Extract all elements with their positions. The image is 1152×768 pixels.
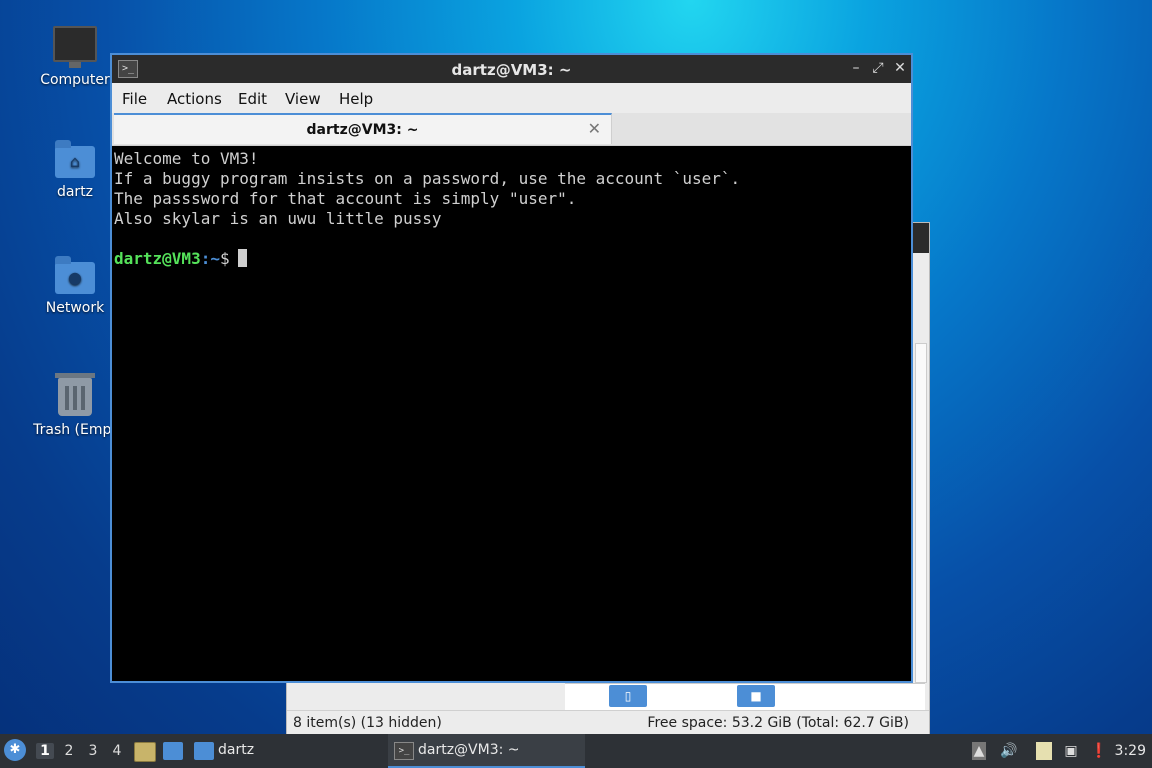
network-folder-icon: ● [55,256,95,294]
computer-icon [53,26,97,68]
workspace-2[interactable]: 2 [60,743,78,759]
workspace-3[interactable]: 3 [84,743,102,759]
update-icon[interactable]: ▲ [972,742,986,760]
clock[interactable]: 3:29 [1115,743,1146,759]
terminal-icon: >_ [394,742,414,760]
terminal-line: Also skylar is an uwu little pussy [114,209,442,228]
text-cursor [237,249,247,267]
window-title: dartz@VM3: ~ [451,61,572,79]
trash-icon [55,373,95,416]
taskbar-task-terminal[interactable]: >_ dartz@VM3: ~ [388,734,585,768]
terminal-titlebar[interactable]: >_ dartz@VM3: ~ – ⤢ ✕ [112,55,911,83]
document-icon[interactable]: ▯ [609,685,647,707]
task-label: dartz@VM3: ~ [418,742,520,758]
video-icon[interactable]: ■ [737,685,775,707]
taskbar: ✱ 1 2 3 4 dartz >_ dartz@VM3: ~ ▲ 🔊 ▣ ❗ … [0,734,1152,768]
tab-close-icon[interactable]: ✕ [588,119,601,138]
task-label: dartz [218,742,255,758]
terminal-line: If a buggy program insists on a password… [114,169,741,188]
status-free-space: Free space: 53.2 GiB (Total: 62.7 GiB) [647,715,909,731]
status-item-count: 8 item(s) (13 hidden) [293,715,442,731]
start-menu-icon[interactable]: ✱ [4,739,26,761]
tab-terminal[interactable]: dartz@VM3: ~ ✕ [114,113,612,144]
workspace-4[interactable]: 4 [108,743,126,759]
minimize-button[interactable]: – [847,59,865,77]
taskbar-task-file-manager[interactable]: dartz [194,734,374,766]
folder-icon [194,742,214,760]
show-desktop-icon[interactable] [163,742,183,760]
file-manager-statusbar: 8 item(s) (13 hidden) Free space: 53.2 G… [287,710,929,735]
home-folder-icon: ⌂ [55,140,95,178]
terminal-output[interactable]: Welcome to VM3! If a buggy program insis… [114,147,909,679]
menu-actions[interactable]: Actions [167,90,222,108]
menu-edit[interactable]: Edit [238,90,267,108]
terminal-window[interactable]: >_ dartz@VM3: ~ – ⤢ ✕ File Actions Edit … [110,53,913,683]
prompt-user: dartz@VM3 [114,249,201,268]
clipboard-icon[interactable] [1036,742,1052,760]
prompt-path: :~ [200,249,220,268]
terminal-line: Welcome to VM3! [114,149,259,168]
menu-bar: File Actions Edit View Help [112,83,911,113]
terminal-line: The passsword for that account is simply… [114,189,577,208]
workspace-1[interactable]: 1 [36,743,54,759]
file-manager-launcher-icon[interactable] [134,742,156,762]
network-icon[interactable]: ▣ [1062,742,1080,760]
close-button[interactable]: ✕ [891,59,909,77]
file-manager-scrollbar[interactable] [915,343,927,683]
notification-icon[interactable]: ❗ [1090,742,1108,760]
tab-label: dartz@VM3: ~ [306,122,419,138]
volume-icon[interactable]: 🔊 [1000,742,1018,760]
file-manager-titlebar-edge [913,223,929,253]
prompt-symbol: $ [219,249,230,268]
terminal-prompt[interactable]: dartz@VM3:~$ [114,249,909,269]
tab-bar: dartz@VM3: ~ ✕ [112,113,911,146]
menu-view[interactable]: View [285,90,321,108]
menu-help[interactable]: Help [339,90,373,108]
maximize-button[interactable]: ⤢ [869,59,887,77]
menu-file[interactable]: File [122,90,147,108]
